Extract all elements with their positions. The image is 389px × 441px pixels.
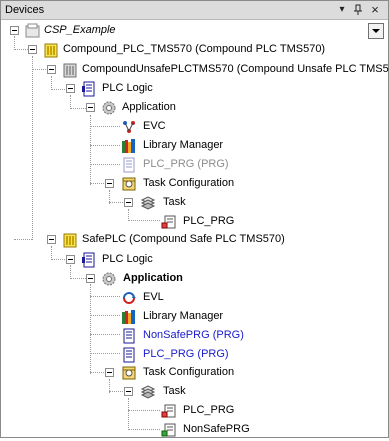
- tree-node-task-call-plc-prg-unsafe[interactable]: PLC_PRG: [1, 212, 388, 231]
- tree-node-evl[interactable]: EVL: [1, 288, 388, 307]
- collapse-toggle[interactable]: [105, 179, 114, 188]
- tree-node-task-call-nonsafe-prg[interactable]: NonSafePRG: [1, 420, 388, 439]
- tree-node-library-manager-safe[interactable]: Library Manager: [1, 307, 388, 326]
- tree-node-label: NonSafePRG (PRG): [143, 329, 244, 341]
- collapse-toggle[interactable]: [105, 368, 114, 377]
- collapse-toggle[interactable]: [124, 198, 133, 207]
- tree-node-task-unsafe[interactable]: Task: [1, 193, 388, 212]
- tree-node-label: NonSafePRG: [183, 423, 250, 435]
- program-icon: [121, 328, 137, 344]
- close-icon[interactable]: ×: [368, 3, 382, 17]
- tree-node-label: Task Configuration: [143, 177, 235, 189]
- tree-node-csp-example[interactable]: CSP_Example: [1, 21, 388, 40]
- tree-node-label: Application: [122, 101, 176, 113]
- task-configuration-icon: [121, 365, 137, 381]
- safe-plc-device-icon: [62, 232, 78, 248]
- program-call-icon: [161, 403, 177, 419]
- library-manager-icon: [121, 138, 137, 154]
- plc-device-icon: [43, 42, 59, 58]
- evc-icon: [121, 119, 137, 135]
- tree-node-nonsafe-prg[interactable]: NonSafePRG (PRG): [1, 326, 388, 345]
- program-call-icon: [161, 422, 177, 438]
- evl-icon: [121, 290, 137, 306]
- task-icon: [140, 384, 156, 400]
- tree-node-label: CSP_Example: [44, 24, 116, 36]
- plc-logic-icon: [81, 81, 97, 97]
- tree-node-unsafe-plc[interactable]: CompoundUnsafePLCTMS570 (Compound Unsafe…: [1, 60, 389, 79]
- panel-title: Devices: [5, 4, 45, 16]
- tree-node-plc-logic-safe[interactable]: PLC Logic: [1, 250, 388, 269]
- program-icon: [121, 347, 137, 363]
- collapse-toggle[interactable]: [66, 84, 75, 93]
- collapse-toggle[interactable]: [124, 387, 133, 396]
- tree-node-library-manager-unsafe[interactable]: Library Manager: [1, 136, 388, 155]
- dropdown-arrow-icon[interactable]: ▾: [335, 3, 349, 17]
- application-gear-icon: [101, 100, 117, 116]
- program-icon: [121, 157, 137, 173]
- tree-node-label: EVL: [143, 291, 164, 303]
- project-icon: [25, 23, 41, 39]
- tree-node-label: SafePLC (Compound Safe PLC TMS570): [82, 233, 285, 245]
- tree-node-label: CompoundUnsafePLCTMS570 (Compound Unsafe…: [82, 63, 389, 75]
- collapse-toggle[interactable]: [47, 65, 56, 74]
- tree-node-label: PLC Logic: [102, 253, 153, 265]
- tree-node-label: PLC_PRG (PRG): [143, 158, 229, 170]
- collapse-toggle[interactable]: [47, 235, 56, 244]
- devices-panel: Devices ▾ × CSP_Example Compound_PLC_TMS…: [0, 0, 389, 438]
- tree-node-task-configuration-unsafe[interactable]: Task Configuration: [1, 174, 388, 193]
- task-configuration-icon: [121, 176, 137, 192]
- unsafe-plc-device-icon: [62, 62, 78, 78]
- program-call-icon: [161, 214, 177, 230]
- tree-node-label: Task: [163, 196, 186, 208]
- tree-node-label: PLC_PRG: [183, 215, 235, 227]
- collapse-toggle[interactable]: [10, 26, 19, 35]
- tree-node-label: Application: [123, 272, 183, 284]
- tree-node-application-safe[interactable]: Application: [1, 269, 388, 288]
- tree-node-label: PLC_PRG (PRG): [143, 348, 229, 360]
- collapse-toggle[interactable]: [28, 45, 37, 54]
- tree-node-label: Library Manager: [143, 310, 224, 322]
- tree-node-plc-prg-unsafe[interactable]: PLC_PRG (PRG): [1, 155, 388, 174]
- tree-node-plc-prg-safe[interactable]: PLC_PRG (PRG): [1, 345, 388, 364]
- collapse-toggle[interactable]: [86, 103, 95, 112]
- tree-node-label: PLC Logic: [102, 82, 153, 94]
- panel-title-bar: Devices ▾ ×: [1, 1, 388, 20]
- tree-node-safe-plc[interactable]: SafePLC (Compound Safe PLC TMS570): [1, 230, 388, 249]
- tree-node-label: Library Manager: [143, 139, 224, 151]
- tree-node-label: Task Configuration: [143, 366, 235, 378]
- tree-node-task-safe[interactable]: Task: [1, 382, 388, 401]
- tree-node-compound-plc[interactable]: Compound_PLC_TMS570 (Compound PLC TMS570…: [1, 40, 388, 59]
- tree-node-label: EVC: [143, 120, 166, 132]
- tree-node-label: PLC_PRG: [183, 404, 235, 416]
- tree-node-application-unsafe[interactable]: Application: [1, 98, 388, 117]
- plc-logic-icon: [81, 252, 97, 268]
- task-icon: [140, 195, 156, 211]
- application-gear-icon: [101, 271, 117, 287]
- tree-node-evc[interactable]: EVC: [1, 117, 388, 136]
- tree-node-label: Compound_PLC_TMS570 (Compound PLC TMS570…: [63, 43, 326, 55]
- library-manager-icon: [121, 309, 137, 325]
- tree-node-plc-logic-unsafe[interactable]: PLC Logic: [1, 79, 388, 98]
- collapse-toggle[interactable]: [66, 255, 75, 264]
- collapse-toggle[interactable]: [86, 274, 95, 283]
- tree-node-task-call-plc-prg-safe[interactable]: PLC_PRG: [1, 401, 388, 420]
- tree-node-label: Task: [163, 385, 186, 397]
- tree-node-task-configuration-safe[interactable]: Task Configuration: [1, 363, 388, 382]
- pin-icon[interactable]: [351, 3, 365, 17]
